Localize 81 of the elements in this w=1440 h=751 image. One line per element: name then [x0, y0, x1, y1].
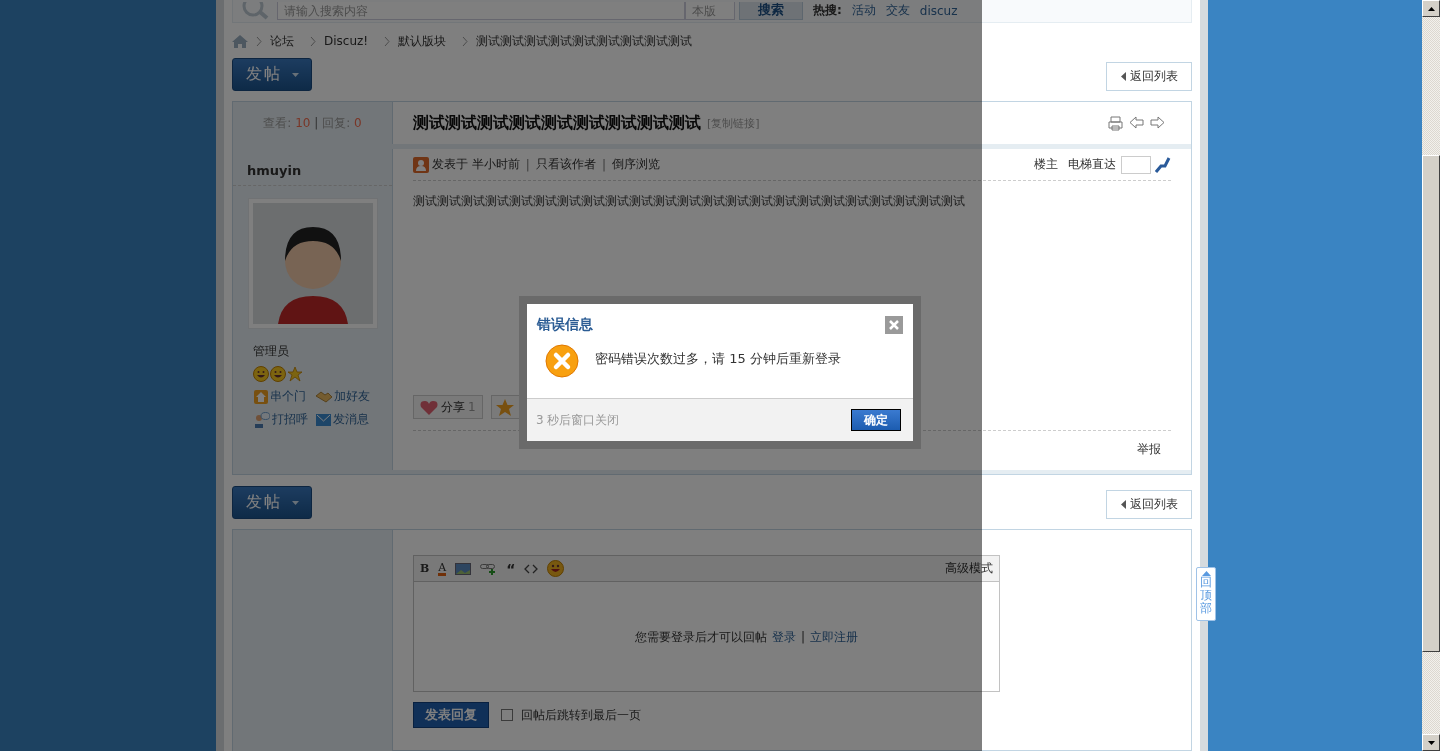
font-color-button[interactable]: A — [438, 561, 447, 576]
chevron-icon — [256, 36, 262, 46]
post-time: 发表于 半小时前 — [432, 156, 520, 173]
back-to-list-button[interactable]: 返回列表 — [1106, 490, 1192, 519]
breadcrumb-link[interactable]: 测试测试测试测试测试测试测试测试测试 — [476, 32, 693, 50]
code-icon[interactable] — [524, 563, 539, 574]
user-group: 管理员 — [253, 343, 392, 360]
hot-label: 热搜: — [813, 2, 842, 20]
jump-label: 电梯直达 — [1068, 156, 1116, 173]
envelope-icon — [316, 413, 331, 426]
breadcrumb-link[interactable]: 默认版块 — [398, 32, 447, 50]
house-icon — [254, 389, 268, 404]
post-content: 测试测试测试测试测试测试测试测试测试测试测试测试测试测试测试测试测试测试测试测试测试测试测试 — [413, 193, 966, 210]
report-link[interactable]: 举报 — [1137, 441, 1161, 458]
submit-reply-button[interactable]: 发表回复 — [413, 702, 489, 728]
up-arrow-icon — [1201, 571, 1211, 576]
separator-text: | — [525, 157, 530, 172]
handshake-icon — [316, 390, 332, 403]
thread-title: 测试测试测试测试测试测试测试测试测试 — [413, 112, 701, 134]
post-filter-link[interactable]: 倒序浏览 — [611, 156, 660, 173]
back-to-list-button[interactable]: 返回列表 — [1106, 62, 1192, 91]
star-icon — [495, 398, 514, 416]
stairs-icon[interactable] — [1155, 156, 1171, 173]
separator-text: | — [800, 630, 805, 644]
user-action-link[interactable]: 串个门 — [270, 388, 306, 405]
down-arrow-icon — [1427, 740, 1435, 745]
previous-icon[interactable] — [1129, 115, 1144, 129]
caret-icon — [291, 72, 299, 77]
caret-icon — [291, 500, 299, 505]
link-add-icon[interactable] — [480, 562, 498, 575]
hot-link[interactable]: 活动 — [851, 2, 876, 20]
post-filter-link[interactable]: 只看该作者 — [535, 156, 596, 173]
dialog-title: 错误信息 — [537, 316, 593, 334]
user-action-link[interactable]: 发消息 — [333, 411, 369, 428]
close-icon[interactable] — [885, 316, 903, 334]
separator-text: | — [601, 157, 606, 172]
separator-text: | — [314, 115, 319, 130]
author-name[interactable]: hmuyin — [233, 149, 392, 186]
quote-button[interactable]: “ — [506, 562, 516, 575]
user-icon — [413, 156, 429, 173]
breadcrumb-link[interactable]: Discuz! — [324, 34, 369, 49]
register-link[interactable]: 立即注册 — [810, 628, 858, 646]
smiley-icon[interactable] — [547, 560, 565, 577]
triangle-left-icon — [1120, 500, 1126, 509]
favorite-button[interactable] — [490, 395, 519, 419]
error-icon — [545, 344, 579, 378]
login-notice: 您需要登录后才可以回帖 — [634, 628, 767, 646]
triangle-left-icon — [1120, 72, 1126, 81]
checkbox[interactable] — [501, 709, 513, 721]
confirm-button[interactable]: 确定 — [851, 409, 901, 431]
floor-input[interactable] — [1121, 155, 1151, 174]
floor-label: 楼主 — [1034, 156, 1058, 173]
post-button[interactable]: 发帖 — [232, 58, 312, 91]
login-link[interactable]: 登录 — [771, 628, 796, 646]
countdown-text: 3 秒后窗口关闭 — [536, 411, 620, 429]
star-icon — [287, 366, 303, 382]
smiley-icon — [270, 366, 286, 382]
error-message: 密码错误次数过多，请 15 分钟后重新登录 — [595, 350, 841, 368]
scroll-thumb[interactable] — [1422, 155, 1440, 652]
post-button[interactable]: 发帖 — [232, 486, 312, 519]
user-action-link[interactable]: 加好友 — [334, 388, 370, 405]
home-icon[interactable] — [232, 34, 248, 48]
heart-icon — [420, 399, 438, 415]
bold-button[interactable]: B — [420, 562, 430, 575]
user-action-link[interactable]: 打招呼 — [272, 411, 308, 428]
scroll-down-button[interactable] — [1422, 734, 1440, 751]
hot-link[interactable]: 交友 — [885, 2, 910, 20]
chevron-icon — [462, 36, 469, 46]
checkbox-label: 回帖后跳转到最后一页 — [521, 706, 641, 724]
chat-person-icon — [254, 411, 270, 428]
next-icon[interactable] — [1150, 115, 1165, 129]
print-icon[interactable] — [1108, 115, 1123, 131]
up-arrow-icon — [1427, 6, 1435, 11]
search-button[interactable]: 搜索 — [739, 1, 803, 20]
chevron-icon — [310, 36, 316, 46]
scroll-up-button[interactable] — [1422, 0, 1440, 17]
smiley-icon — [253, 366, 269, 382]
image-icon[interactable] — [455, 562, 472, 575]
hot-link[interactable]: discuz — [919, 3, 958, 18]
breadcrumb-link[interactable]: 论坛 — [270, 32, 294, 50]
chevron-icon — [384, 36, 391, 46]
